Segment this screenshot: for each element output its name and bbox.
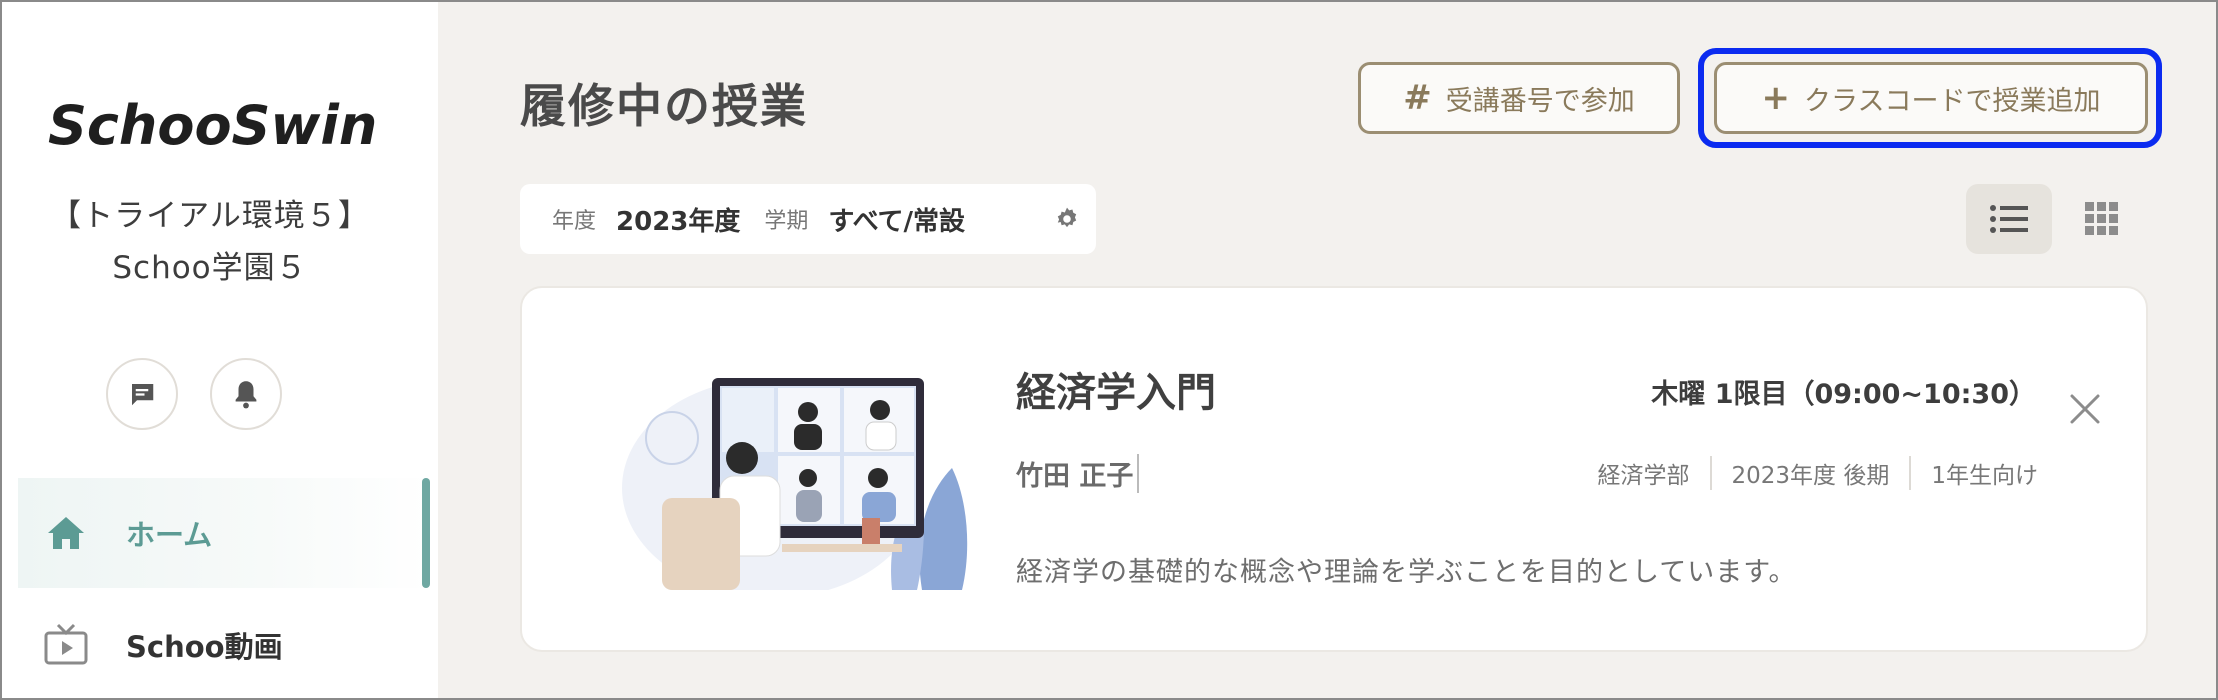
sidebar: SchooSwing 【トライアル環境５】Schoo学園５ ホーム Schoo動… [0,0,438,700]
grid-view-toggle[interactable] [2072,184,2132,254]
notification-button[interactable] [210,358,282,430]
year-label: 年度 [552,209,597,234]
video-icon [44,623,88,665]
grid-view-icon [2085,202,2118,235]
online-class-illustration [622,378,968,590]
list-view-toggle[interactable] [1966,184,2052,254]
gear-icon[interactable] [1054,206,1080,232]
bell-icon [235,381,257,409]
hash-icon: # [1403,78,1432,118]
term-value: すべて/常設 [828,206,966,237]
course-title[interactable]: 経済学入門 [1016,360,1216,418]
course-meta: 経済学部 2023年度 後期 1年生向け [1578,456,2038,490]
course-term: 2023年度 後期 [1709,456,1910,490]
course-faculty: 経済学部 [1597,463,1690,489]
join-by-number-button[interactable]: # 受講番号で参加 [1358,62,1680,134]
svg-text:SchooSwing: SchooSwing [48,94,378,157]
join-button-label: 受講番号で参加 [1445,85,1635,117]
course-card[interactable]: 経済学入門 木曜 1限目（09:00~10:30） 竹田 正子 経済学部 202… [520,286,2148,652]
sidebar-item-label: Schoo動画 [126,630,283,664]
course-description: 経済学の基礎的な概念や理論を学ぶことを目的としています。 [1016,557,1797,588]
add-button-label: クラスコードで授業追加 [1804,85,2101,117]
sidebar-item-home[interactable]: ホーム [18,478,430,588]
term-label: 学期 [764,209,809,234]
course-schedule: 木曜 1限目（09:00~10:30） [1651,379,2036,410]
year-value: 2023年度 [616,206,741,237]
sidebar-item-label: ホーム [126,518,213,552]
sidebar-item-schoo-video[interactable]: Schoo動画 [18,590,430,700]
plus-icon: + [1761,78,1791,118]
close-icon[interactable] [2068,392,2102,426]
organization-name: 【トライアル環境５】Schoo学園５ [50,198,370,286]
chat-icon [130,384,154,406]
add-class-by-code-button[interactable]: + クラスコードで授業追加 [1714,62,2148,134]
chat-button[interactable] [106,358,178,430]
logo-wordmark: SchooSwing [48,94,416,157]
course-target: 1年生向け [1909,456,2038,490]
teacher-name: 竹田 正子 [1016,454,1140,493]
page-title: 履修中の授業 [520,79,808,133]
list-view-icon [1990,205,2028,233]
term-filter[interactable]: 年度 2023年度 学期 すべて/常設 [520,184,1096,254]
schoo-swing-logo[interactable]: SchooSwing [48,92,416,172]
home-icon [48,517,84,549]
